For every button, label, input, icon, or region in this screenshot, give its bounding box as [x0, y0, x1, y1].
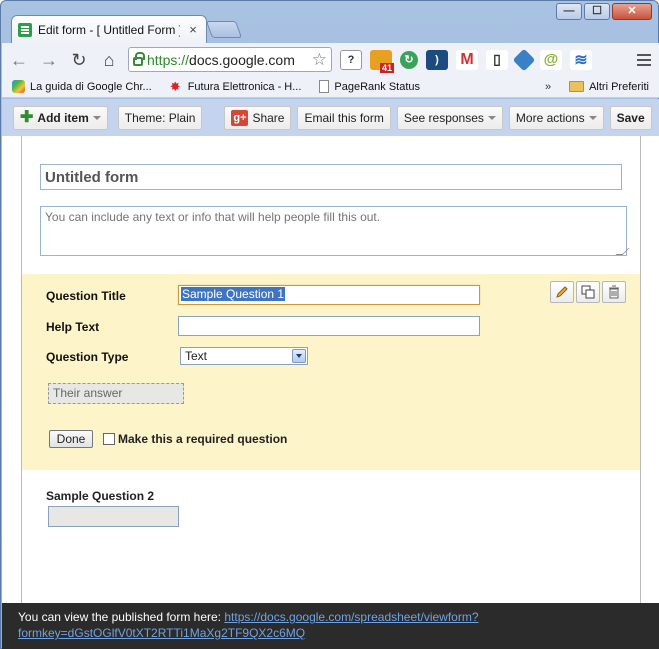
save-button[interactable]: Save [609, 105, 652, 130]
published-form-notice: You can view the published form here: ht… [2, 603, 659, 649]
waves-extension-icon[interactable]: ≋ [570, 49, 592, 70]
google-plus-icon: g+ [231, 109, 249, 126]
form-paper: Question Title Sample Question 1 Help Te… [21, 136, 641, 603]
calendar-extension-icon[interactable]: 41 [370, 49, 394, 73]
chevron-down-icon [292, 349, 306, 363]
lock-icon [133, 51, 145, 66]
rss-extension-icon[interactable]: ) [426, 49, 448, 70]
tab-title: Edit form - [ Untitled Form ] - [38, 22, 180, 37]
bookmark-item[interactable]: La guida di Google Chr... [12, 80, 152, 93]
home-icon[interactable]: ⌂ [98, 49, 120, 71]
bookmarks-overflow-chevron[interactable]: » [545, 81, 551, 93]
question-title-label: Question Title [46, 289, 126, 303]
scale-extension-icon[interactable]: ? [340, 49, 362, 70]
question-editor: Question Title Sample Question 1 Help Te… [22, 274, 640, 470]
share-button[interactable]: g+ Share [224, 105, 292, 130]
form-description-input[interactable] [40, 206, 627, 256]
pencil-icon [556, 286, 568, 298]
see-responses-button[interactable]: See responses [396, 105, 503, 130]
menu-icon[interactable] [635, 53, 653, 67]
url-text[interactable]: https://docs.google.com [147, 52, 308, 68]
delete-question-button[interactable] [602, 281, 626, 303]
forward-arrow-icon[interactable]: → [38, 49, 60, 71]
maximize-button[interactable]: ☐ [584, 3, 610, 20]
form-title-input[interactable] [40, 164, 622, 190]
phone-extension-icon[interactable]: ▯ [486, 49, 508, 70]
other-bookmarks[interactable]: Altri Preferiti [569, 81, 649, 93]
bookmark-item[interactable]: PageRank Status [319, 80, 420, 93]
folder-icon [569, 81, 585, 92]
bookmark-star-icon[interactable]: ☆ [312, 50, 327, 70]
plus-icon: ✚ [20, 108, 34, 126]
page-icon [319, 80, 330, 93]
question-2-title: Sample Question 2 [46, 489, 155, 503]
gmail-extension-icon[interactable]: M [456, 49, 478, 70]
sync-extension-icon[interactable]: ↻ [400, 50, 418, 69]
tab-edit-form[interactable]: Edit form - [ Untitled Form ] - × [11, 15, 207, 43]
browser-window: Edit form - [ Untitled Form ] - × — ☐ ✕ … [0, 0, 659, 649]
add-item-button[interactable]: ✚ Add item [13, 105, 108, 130]
minimize-button[interactable]: — [556, 3, 582, 20]
dropdown-caret-icon [588, 115, 597, 120]
form-editor-area: Question Title Sample Question 1 Help Te… [2, 136, 659, 603]
bookmarks-bar: La guida di Google Chr... ✸ Futura Elett… [2, 76, 659, 98]
help-text-label: Help Text [46, 320, 100, 334]
bookmark-item[interactable]: ✸ Futura Elettronica - H... [170, 80, 302, 93]
reload-icon[interactable]: ↻ [68, 49, 90, 71]
required-label: Make this a required question [118, 432, 288, 446]
question-type-select[interactable]: Text [180, 347, 308, 365]
forms-toolbar: ✚ Add item Theme: Plain g+ Share Email t… [2, 99, 659, 136]
question-title-input[interactable]: Sample Question 1 [178, 285, 480, 305]
edit-question-button[interactable] [550, 281, 574, 303]
google-forms-icon [18, 22, 32, 37]
question-2-input[interactable] [48, 506, 179, 527]
trash-icon [609, 285, 619, 299]
theme-button[interactable]: Theme: Plain [117, 105, 203, 130]
dropdown-caret-icon [92, 115, 101, 120]
duplicate-icon [581, 285, 595, 299]
question-tools [550, 281, 626, 303]
dropdown-caret-icon [487, 115, 496, 120]
duplicate-question-button[interactable] [576, 281, 600, 303]
notice-text: You can view the published form here: [18, 610, 225, 624]
required-checkbox[interactable] [103, 433, 115, 445]
email-form-button[interactable]: Email this form [297, 105, 391, 130]
tab-close-icon[interactable]: × [186, 22, 200, 37]
answer-preview: Their answer [48, 383, 184, 404]
tab-strip: Edit form - [ Untitled Form ] - × — ☐ ✕ [1, 1, 658, 43]
chrome-guide-icon [12, 80, 25, 93]
question-type-label: Question Type [46, 350, 129, 364]
help-text-input[interactable] [178, 316, 480, 336]
new-tab-button[interactable] [205, 21, 243, 38]
browser-toolbar: ← → ↻ ⌂ https://docs.google.com ☆ ? 41 ↻… [2, 43, 659, 76]
puzzle-extension-icon[interactable] [512, 48, 536, 71]
done-button[interactable]: Done [49, 430, 93, 448]
close-window-button[interactable]: ✕ [612, 3, 652, 20]
address-bar[interactable]: https://docs.google.com ☆ [128, 47, 332, 72]
back-arrow-icon[interactable]: ← [8, 49, 30, 71]
at-extension-icon[interactable]: @ [540, 49, 562, 70]
starburst-icon: ✸ [169, 79, 181, 94]
more-actions-button[interactable]: More actions [508, 105, 604, 130]
window-controls: — ☐ ✕ [556, 3, 652, 20]
